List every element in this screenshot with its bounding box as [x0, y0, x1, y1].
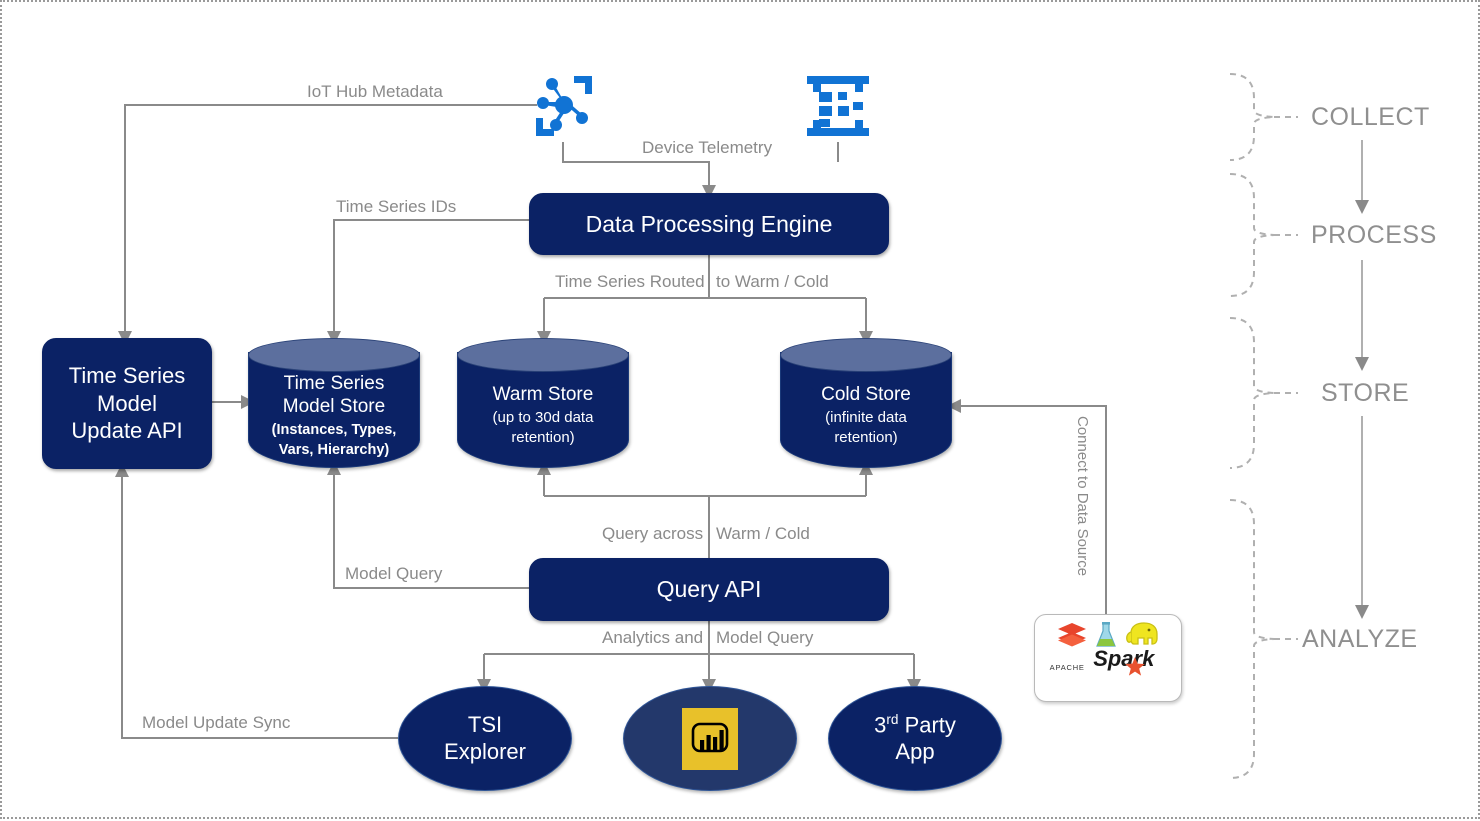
spark-wordmark: Spark — [1093, 646, 1155, 671]
wire-label-model-query: Model Query — [345, 564, 443, 583]
node-label-line-2: Explorer — [444, 738, 526, 764]
node-sublabel-line-1: (infinite data — [825, 408, 907, 426]
wire-label-query-across: Query across — [602, 524, 704, 543]
phase-label-process: PROCESS — [1311, 221, 1437, 249]
phase-label-collect: COLLECT — [1311, 103, 1430, 131]
node-label-line-2: Model — [97, 390, 157, 416]
wire-label-analytics-and: Analytics and — [602, 628, 704, 647]
databricks-icon — [1058, 623, 1086, 647]
node-label-line-1: Time Series — [283, 373, 385, 395]
phase-label-store: STORE — [1321, 379, 1410, 407]
node-sublabel-line-2: Vars, Hierarchy) — [278, 441, 390, 458]
node-sublabel-line-1: (up to 30d data — [492, 408, 594, 426]
node-analytics-tools-box[interactable]: APACHE Spark — [1034, 614, 1182, 702]
node-label-line-1: 3rd Party — [874, 712, 956, 739]
wire-label-iot-hub-metadata: IoT Hub Metadata — [307, 82, 443, 101]
node-warm-store[interactable]: Warm Store (up to 30d data retention) — [457, 338, 629, 468]
node-label: Warm Store — [492, 383, 594, 405]
node-power-bi[interactable] — [623, 686, 797, 791]
wire-label-time-series-routed: Time Series Routed — [555, 272, 705, 291]
wire-label-model-update-sync: Model Update Sync — [142, 713, 291, 732]
power-bi-icon — [682, 707, 738, 770]
node-data-processing-engine[interactable]: Data Processing Engine — [529, 193, 889, 255]
node-time-series-model-store[interactable]: Time Series Model Store (Instances, Type… — [248, 338, 420, 468]
node-sublabel-line-1: (Instances, Types, — [271, 421, 397, 438]
apache-spark-icon: APACHE Spark — [1035, 646, 1181, 676]
node-label: Query API — [656, 576, 762, 603]
third-party-word: Party — [898, 712, 956, 738]
hadoop-elephant-icon — [1126, 622, 1158, 645]
wire-label-warm-cold: Warm / Cold — [716, 524, 810, 543]
jupyter-flask-icon — [1096, 622, 1116, 647]
node-label-line-1: TSI — [467, 712, 503, 738]
spark-star-icon — [1125, 657, 1145, 676]
wire-label-model-query-2: Model Query — [716, 628, 814, 647]
node-label-line-2: App — [895, 738, 935, 764]
third-party-ordinal: rd — [886, 711, 899, 727]
iot-hub-icon — [530, 72, 598, 140]
node-label: Data Processing Engine — [585, 210, 833, 237]
node-sublabel-line-2: retention) — [511, 429, 575, 447]
node-cold-store[interactable]: Cold Store (infinite data retention) — [780, 338, 952, 468]
node-label: Cold Store — [821, 383, 911, 405]
node-tsi-explorer[interactable]: TSI Explorer — [398, 686, 572, 791]
node-time-series-model-update-api[interactable]: Time Series Model Update API — [42, 338, 212, 469]
node-third-party-app[interactable]: 3rd Party App — [828, 686, 1002, 791]
iot-device-icon — [805, 72, 871, 140]
diagram-canvas: Data Processing Engine Time Series Model… — [0, 0, 1480, 819]
node-label-line-1: Time Series — [68, 363, 186, 389]
node-query-api[interactable]: Query API — [529, 558, 889, 621]
wire-label-device-telemetry: Device Telemetry — [642, 138, 773, 157]
node-sublabel-line-2: retention) — [834, 429, 898, 447]
spark-apache-text: APACHE — [1049, 663, 1085, 672]
wire-label-connect-to-data-source: Connect to Data Source — [1074, 416, 1091, 577]
third-party-number: 3 — [874, 712, 887, 738]
node-label-line-3: Update API — [71, 418, 183, 444]
wire-label-time-series-ids: Time Series IDs — [336, 197, 457, 216]
phase-label-analyze: ANALYZE — [1302, 625, 1418, 653]
node-label-line-2: Model Store — [282, 395, 386, 417]
wire-label-to-warm-cold: to Warm / Cold — [716, 272, 829, 291]
